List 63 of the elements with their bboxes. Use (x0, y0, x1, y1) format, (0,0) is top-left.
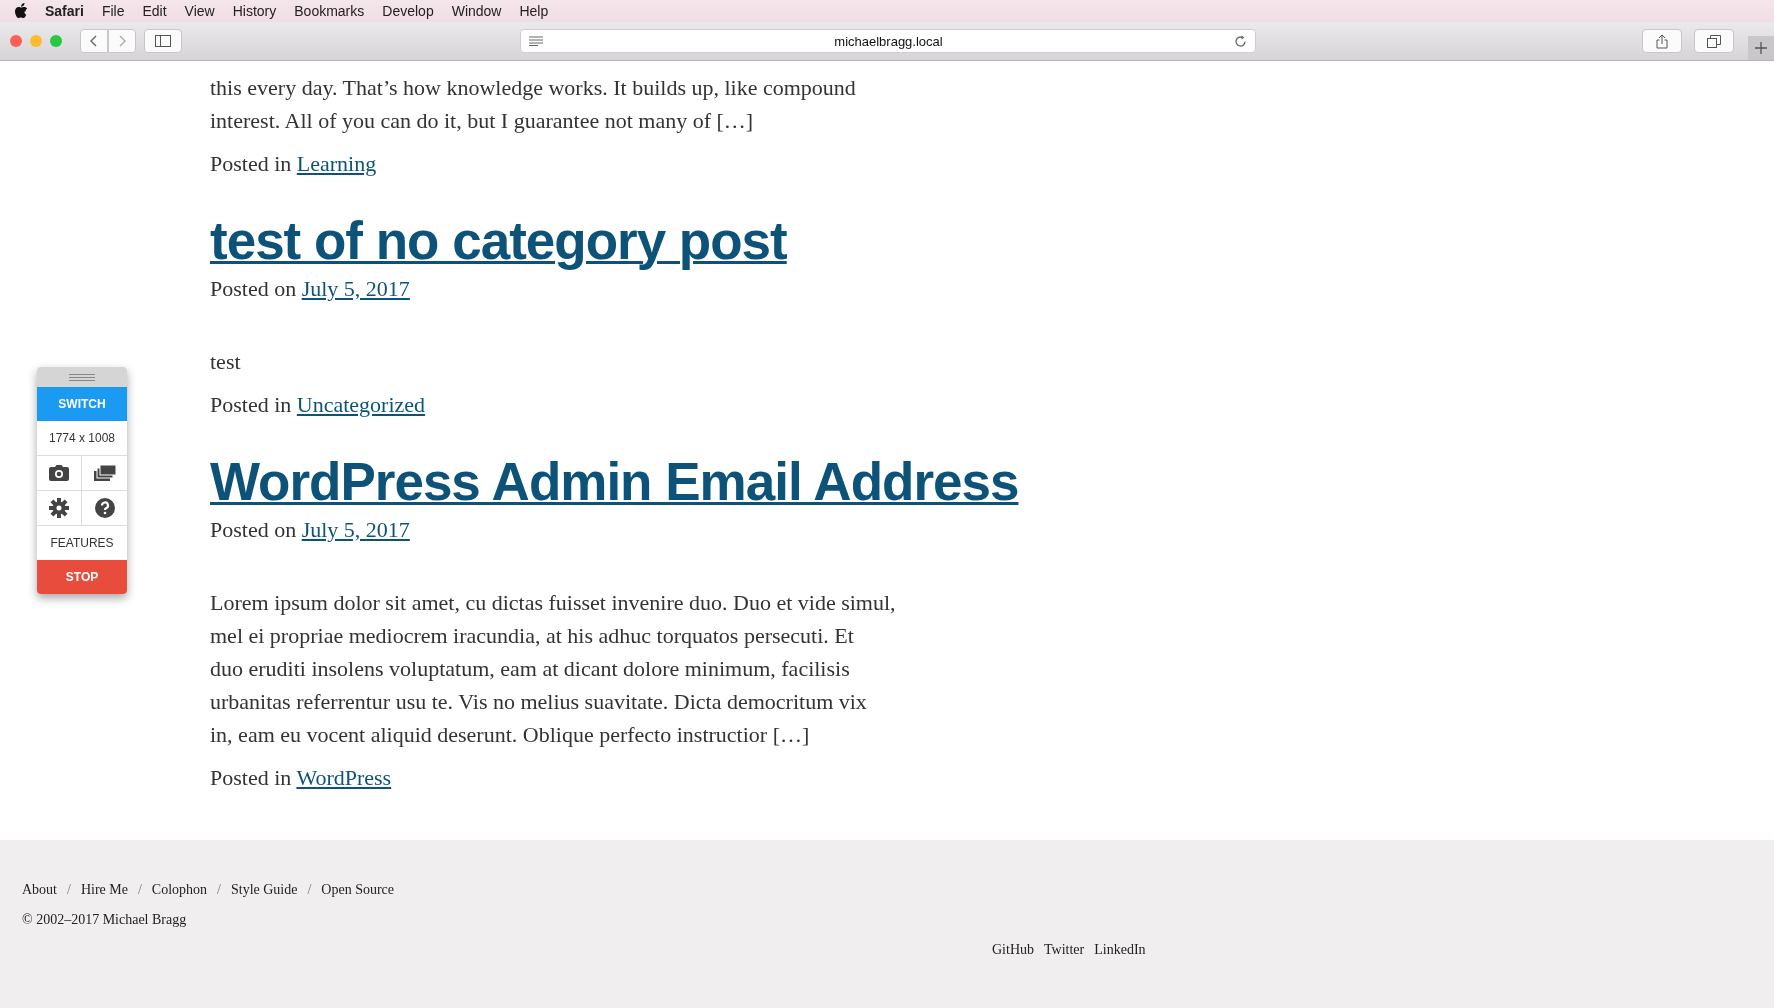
tabs-button[interactable] (1694, 29, 1734, 53)
social-link[interactable]: LinkedIn (1094, 942, 1146, 958)
chevron-right-icon (118, 35, 126, 47)
social-link[interactable]: GitHub (992, 942, 1034, 958)
category-link[interactable]: Learning (296, 151, 377, 176)
separator: / (307, 882, 312, 898)
menu-item[interactable]: History (223, 3, 286, 19)
date-link[interactable]: July 5, 2017 (301, 276, 410, 301)
excerpt-line: Lorem ipsum dolor sit amet, cu dictas fuisset invenire duo. Duo et vide simul, (210, 589, 897, 617)
footer-link[interactable]: Hire Me (80, 882, 128, 898)
footer-link[interactable]: Colophon (151, 882, 208, 898)
excerpt-line: mel ei propriae mediocrem iracundia, at his adhuc torquatos persecuti. Et (210, 622, 855, 650)
excerpt-line: urbanitas referrentur usu te. Vis no melius suavitate. Dicta democritum vix (210, 688, 868, 716)
apple-logo-icon[interactable] (14, 3, 28, 19)
drag-handle[interactable] (37, 367, 127, 387)
category-link[interactable]: Uncategorized (296, 392, 426, 417)
stop-button[interactable]: STOP (37, 560, 127, 594)
menu-item[interactable]: Bookmarks (285, 3, 374, 19)
layers-icon[interactable] (93, 465, 116, 481)
sidebar-icon (155, 35, 171, 47)
menu-item[interactable]: Safari (36, 3, 93, 19)
reader-icon[interactable] (529, 36, 543, 46)
category-link[interactable]: WordPress (296, 765, 392, 790)
settings-icon[interactable] (49, 498, 69, 518)
post-title-link[interactable]: WordPress Admin Email Address (210, 452, 1019, 511)
posted-on-label: Posted on (210, 517, 297, 542)
posted-in-label: Posted in (210, 151, 292, 176)
excerpt-line: duo eruditi insolens voluptatum, eam at dicant dolore minimum, facilisis (210, 655, 851, 683)
posted-on-label: Posted on (210, 276, 297, 301)
share-icon (1656, 33, 1668, 49)
separator: / (137, 882, 142, 898)
footer-link[interactable]: About (22, 882, 57, 898)
separator: / (217, 882, 221, 898)
social-link[interactable]: Twitter (1044, 942, 1085, 958)
reload-icon[interactable] (1234, 34, 1247, 48)
excerpt-line: test (210, 348, 242, 376)
excerpt-line: interest. All of you can do it, but I guarantee not many of […] (210, 107, 755, 135)
menu-item[interactable]: View (175, 3, 224, 19)
address-field[interactable]: michaelbragg.local (520, 29, 1256, 53)
separator: / (67, 882, 71, 898)
excerpt-line: in, eam eu vocent aliquid deserunt. Oblique perfecto instructior […] (210, 721, 811, 749)
menu-item[interactable]: Develop (373, 3, 443, 19)
chevron-left-icon (90, 35, 98, 47)
menu-item[interactable]: File (92, 3, 134, 19)
sidebar-button[interactable] (144, 29, 182, 53)
new-tab-button[interactable] (1748, 36, 1774, 60)
post-title-link[interactable]: test of no category post (210, 211, 787, 270)
size-label: 1774 x 1008 (37, 421, 127, 456)
footer-link[interactable]: Style Guide (230, 882, 298, 898)
copyright-text: © 2002–2017 Michael Bragg (22, 912, 188, 928)
footer-link[interactable]: Open Source (321, 882, 395, 898)
excerpt-line: this every day. That’s how knowledge works. It builds up, like compound (210, 74, 857, 102)
features-button[interactable]: FEATURES (37, 526, 127, 560)
help-icon[interactable] (94, 498, 115, 518)
date-link[interactable]: July 5, 2017 (301, 517, 410, 542)
plus-icon (1755, 42, 1767, 54)
posted-in-label: Posted in (210, 392, 292, 417)
menu-item[interactable]: Window (442, 3, 511, 19)
posted-in-label: Posted in (210, 765, 292, 790)
camera-icon[interactable] (49, 465, 69, 481)
menu-item[interactable]: Edit (133, 3, 176, 19)
menu-item[interactable]: Help (510, 3, 558, 19)
tabs-icon (1707, 34, 1721, 48)
